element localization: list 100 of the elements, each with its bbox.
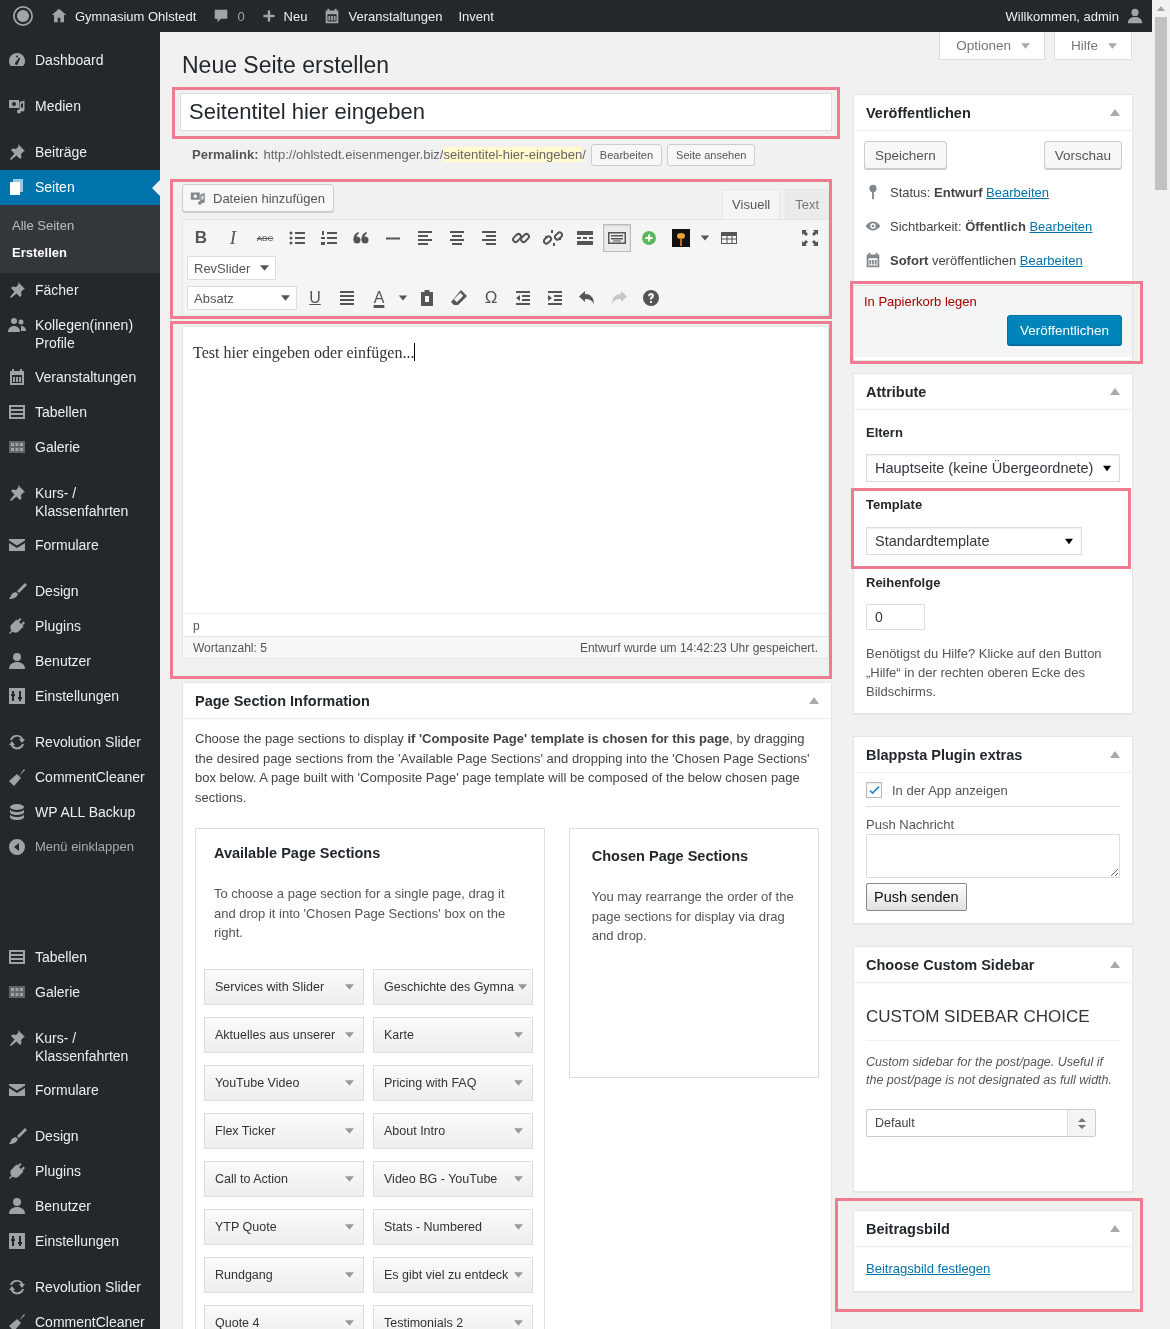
format-select[interactable]: Absatz [187,286,297,310]
menu-item[interactable]: Plugins [0,609,160,644]
section-item[interactable]: Video BG - YouTube [373,1160,533,1197]
editor-area[interactable]: Test hier eingeben oder einfügen... [182,326,829,613]
menu-item[interactable]: Beiträge [0,135,160,170]
preview-button[interactable]: Vorschau [1043,141,1122,169]
events-link[interactable]: Veranstaltungen [315,0,451,32]
menu-item[interactable]: CommentCleaner [0,760,160,795]
publish-button[interactable]: Veröffentlichen [1006,315,1122,345]
section-item[interactable]: Testimonials 2 [373,1304,533,1329]
menu-item[interactable]: Einstellungen [0,679,160,714]
format-button[interactable]: A [365,284,393,312]
section-item[interactable]: Aktuelles aus unserer [204,1016,364,1053]
format-button[interactable]: U [301,284,329,312]
menu-item[interactable]: Medien [0,89,160,124]
edit-link[interactable]: Bearbeiten [1019,252,1083,268]
section-item[interactable]: Services with Slider [204,968,364,1005]
page-title: Neue Seite erstellen [182,51,390,80]
menu-item[interactable]: Design [0,1119,160,1154]
menu-item[interactable]: Seiten [0,170,160,205]
trash-link[interactable]: In Papierkorb legen [864,294,977,309]
section-item[interactable]: YouTube Video [204,1064,364,1101]
box-title: Veröffentlichen [866,104,971,121]
sliders-icon [7,686,27,706]
push-send-button[interactable]: Push senden [866,883,967,911]
section-item[interactable]: Flex Ticker [204,1112,364,1149]
menu-item[interactable]: Plugins [0,1154,160,1189]
menu-item[interactable]: Fächer [0,273,160,308]
field-label: Reihenfolge [866,575,942,590]
caret-icon [345,1175,354,1182]
menu-item[interactable]: Kurs- / Klassenfahrten [0,1021,160,1073]
editor-tab[interactable]: Visuell [722,189,781,219]
section-item[interactable]: Es gibt viel zu entdeck [373,1256,533,1293]
user-icon [7,651,27,671]
view-page-button[interactable]: Seite ansehen [667,143,756,166]
menu-item[interactable]: Benutzer [0,1189,160,1224]
format-button[interactable]: B [187,224,215,252]
add-media-button[interactable]: Dateien hinzufügen [182,184,335,212]
menu-item[interactable]: Galerie [0,975,160,1010]
submenu-item[interactable]: Alle Seiten [0,212,160,239]
plus-icon [260,8,277,24]
new-link[interactable]: Neu [252,0,316,32]
menu-item[interactable]: WP ALL Backup [0,795,160,830]
account-link[interactable]: Willkommen, admin [997,0,1152,32]
menu-item[interactable]: Kollegen(innen) Profile [0,308,160,360]
submenu-item[interactable]: Erstellen [0,239,160,266]
menu-item[interactable]: Formulare [0,1073,160,1108]
toolbar-button[interactable] [603,224,631,252]
menu-item[interactable]: Revolution Slider [0,725,160,760]
menu-item[interactable]: Tabellen [0,940,160,975]
screen-tab[interactable]: Optionen [939,32,1045,60]
editor-tab[interactable]: Text [785,189,829,219]
menu-item[interactable]: Veranstaltungen [0,360,160,395]
help-text: Benötigst du Hilfe? Klicke auf den Button „Hilfe“ in der rechten oberen Ecke des Bildschirms. [866,645,1103,701]
message-field[interactable] [866,834,1120,878]
menu-item[interactable]: Benutzer [0,644,160,679]
permalink-url[interactable]: http://ohlstedt.eisenmenger.biz/seitentitel-hier-eingeben/ [263,147,586,162]
broom-icon [7,1312,27,1329]
theme-link[interactable]: Invent [450,0,502,32]
publish-setting: Sichtbarkeit: Öffentlich Bearbeiten [890,218,1093,234]
menu-item[interactable]: Tabellen [0,395,160,430]
menu-item[interactable]: Dashboard [0,43,160,78]
edit-link[interactable]: Bearbeiten [986,184,1049,200]
edit-permalink-button[interactable]: Bearbeiten [590,143,663,166]
collapse-menu-button[interactable]: Menü einklappen [0,830,160,865]
format-select[interactable]: RevSlider [187,256,277,280]
format-button[interactable]: I [219,224,247,252]
section-item[interactable]: Quote 4 [204,1304,364,1329]
save-button[interactable]: Speichern [864,141,947,169]
screen-tab[interactable]: Hilfe [1054,32,1132,60]
section-item[interactable]: YTP Quote [204,1208,364,1245]
site-link[interactable]: Gymnasium Ohlstedt [42,0,205,32]
sidebar-select[interactable]: Default [866,1109,1096,1137]
menu-item[interactable]: Design [0,574,160,609]
menu-item[interactable]: CommentCleaner [0,1305,160,1329]
menu-item[interactable]: Einstellungen [0,1224,160,1259]
format-button[interactable]: ABC [251,224,279,252]
section-item[interactable]: Call to Action [204,1160,364,1197]
section-item[interactable]: Karte [373,1016,533,1053]
template-select[interactable]: Standardtemplate [866,527,1082,555]
menu-item[interactable]: Revolution Slider [0,1270,160,1305]
caret-icon [345,1271,354,1278]
set-image-link[interactable]: Beitragsbild festlegen [854,1247,1132,1291]
parent-select[interactable]: Hauptseite (keine Übergeordnete) [866,454,1120,482]
title-field[interactable]: Seitentitel hier eingeben [180,93,832,131]
section-item[interactable]: Rundgang [204,1256,364,1293]
edit-link[interactable]: Bearbeiten [1029,218,1093,234]
section-item[interactable]: Stats - Numbered [373,1208,533,1245]
menu-item[interactable]: Galerie [0,430,160,465]
pushpin-icon [7,280,27,300]
section-item[interactable]: Geschichte des Gymna [373,968,533,1005]
menu-item[interactable]: Kurs- / Klassenfahrten [0,476,160,528]
section-item[interactable]: Pricing with FAQ [373,1064,533,1101]
menu-item[interactable]: Formulare [0,528,160,563]
order-field[interactable]: 0 [866,604,925,630]
comments-link[interactable]: 0 [204,0,253,32]
checkbox[interactable] [866,782,882,798]
section-item[interactable]: About Intro [373,1112,533,1149]
format-button[interactable]: Ω [477,284,505,312]
home-icon [50,7,68,25]
